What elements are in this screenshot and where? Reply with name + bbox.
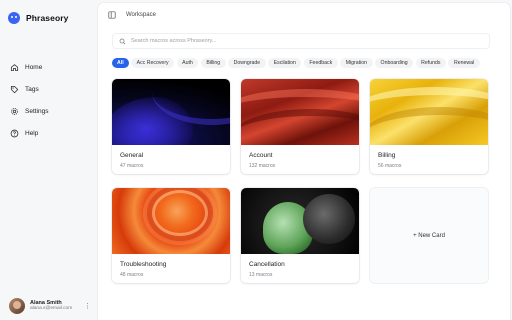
filter-chip-auth[interactable]: Auth bbox=[176, 58, 199, 68]
sidebar: Phraseory Home Tags Settings Help Alana … bbox=[0, 0, 98, 320]
filter-chip-migration[interactable]: Migration bbox=[340, 58, 373, 68]
card-count: 132 macros bbox=[249, 163, 276, 169]
filter-chip-renewal[interactable]: Renewal bbox=[448, 58, 480, 68]
main-panel: Workspace All Acc Recovery Auth Billing … bbox=[98, 3, 510, 320]
breadcrumb[interactable]: Workspace bbox=[126, 12, 156, 18]
brand[interactable]: Phraseory bbox=[0, 0, 98, 26]
sidebar-item-label: Settings bbox=[25, 107, 49, 115]
user-profile[interactable]: Alana Smith alana.s@email.com ⋮ bbox=[9, 298, 94, 314]
home-icon bbox=[10, 63, 19, 72]
card-account[interactable]: Account 132 macros bbox=[241, 79, 359, 174]
filter-chip-billing[interactable]: Billing bbox=[200, 58, 226, 68]
user-info: Alana Smith alana.s@email.com bbox=[30, 300, 72, 312]
sidebar-toggle-icon[interactable] bbox=[108, 11, 116, 19]
topbar: Workspace bbox=[98, 3, 510, 27]
card-billing[interactable]: Billing 56 macros bbox=[370, 79, 488, 174]
card-general[interactable]: General 47 macros bbox=[112, 79, 230, 174]
card-title: Troubleshooting bbox=[120, 261, 167, 268]
search-bar[interactable] bbox=[112, 33, 490, 49]
sidebar-item-label: Help bbox=[25, 129, 39, 137]
card-title: Cancellation bbox=[249, 261, 285, 268]
card-count: 47 macros bbox=[120, 163, 144, 169]
card-count: 56 macros bbox=[378, 163, 402, 169]
avatar bbox=[9, 298, 25, 314]
brand-name: Phraseory bbox=[26, 12, 69, 23]
sidebar-item-settings[interactable]: Settings bbox=[0, 100, 98, 122]
filter-chip-acc-recovery[interactable]: Acc Recovery bbox=[131, 58, 175, 68]
filter-chip-feedback[interactable]: Feedback bbox=[303, 58, 338, 68]
sidebar-item-help[interactable]: Help bbox=[0, 122, 98, 144]
filter-chip-onboarding[interactable]: Onboarding bbox=[375, 58, 414, 68]
card-cancellation[interactable]: Cancellation 13 macros bbox=[241, 188, 359, 283]
sidebar-item-home[interactable]: Home bbox=[0, 56, 98, 78]
sidebar-item-label: Tags bbox=[25, 85, 39, 93]
help-icon bbox=[10, 129, 19, 138]
card-count: 48 macros bbox=[120, 272, 144, 278]
new-card-button[interactable]: + New Card bbox=[370, 188, 488, 283]
card-thumbnail bbox=[370, 79, 488, 145]
card-count: 13 macros bbox=[249, 272, 273, 278]
filter-chip-escilation[interactable]: Escilation bbox=[268, 58, 302, 68]
app-window: Phraseory Home Tags Settings Help Alana … bbox=[0, 0, 512, 320]
user-email: alana.s@email.com bbox=[30, 306, 73, 312]
tag-icon bbox=[10, 85, 19, 94]
more-vertical-icon[interactable]: ⋮ bbox=[84, 303, 91, 310]
card-thumbnail bbox=[112, 188, 230, 254]
card-thumbnail bbox=[241, 79, 359, 145]
card-thumbnail bbox=[112, 79, 230, 145]
filter-chip-all[interactable]: All bbox=[112, 58, 129, 68]
card-title: General bbox=[120, 152, 144, 159]
phraseory-logo-icon bbox=[8, 11, 20, 24]
filter-chips: All Acc Recovery Auth Billing Downgrade … bbox=[112, 58, 480, 68]
sidebar-item-label: Home bbox=[25, 63, 43, 71]
search-input[interactable] bbox=[131, 38, 489, 44]
new-card-label: + New Card bbox=[413, 232, 445, 239]
card-troubleshooting[interactable]: Troubleshooting 48 macros bbox=[112, 188, 230, 283]
sidebar-item-tags[interactable]: Tags bbox=[0, 78, 98, 100]
filter-chip-refunds[interactable]: Refunds bbox=[415, 58, 446, 68]
search-icon bbox=[119, 38, 126, 44]
card-title: Account bbox=[249, 152, 273, 159]
card-title: Billing bbox=[378, 152, 396, 159]
sidebar-nav: Home Tags Settings Help bbox=[0, 56, 98, 144]
card-thumbnail bbox=[241, 188, 359, 254]
filter-chip-downgrade[interactable]: Downgrade bbox=[228, 58, 266, 68]
gear-icon bbox=[10, 107, 19, 116]
